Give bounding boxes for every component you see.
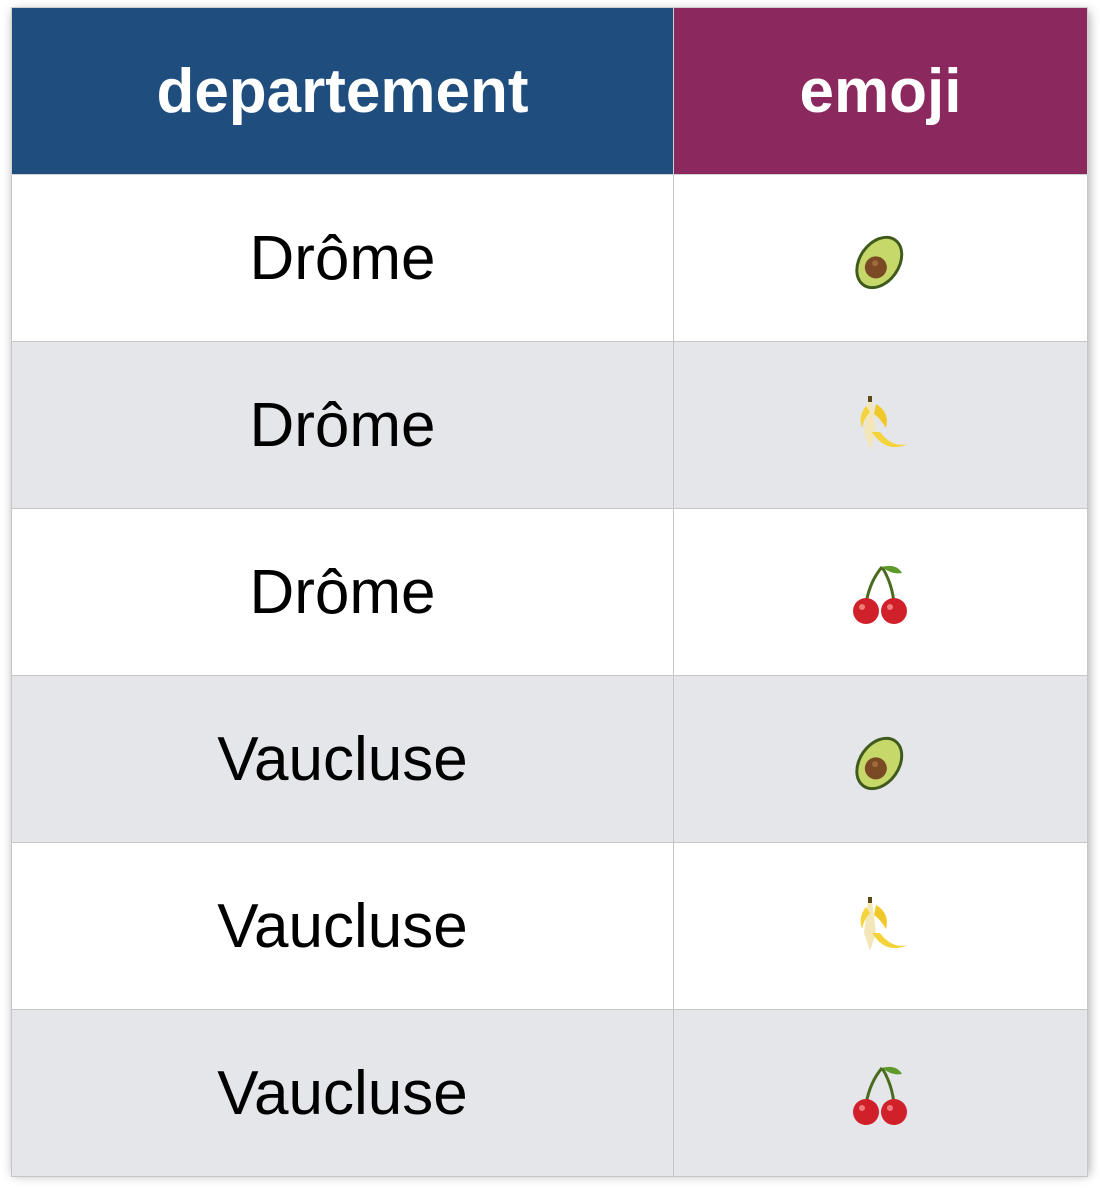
- table-row: Vaucluse: [11, 675, 1088, 843]
- departement-cell: Vaucluse: [11, 842, 674, 1010]
- header-departement: departement: [11, 7, 674, 175]
- departement-cell: Drôme: [11, 508, 674, 676]
- avocado-icon: [854, 235, 903, 290]
- table-row: Drôme: [11, 508, 1088, 676]
- departement-cell: Drôme: [11, 174, 674, 342]
- avocado-icon: [854, 736, 903, 791]
- emoji-cell: [673, 1009, 1088, 1177]
- departement-cell: Drôme: [11, 341, 674, 509]
- table-row: Vaucluse: [11, 1009, 1088, 1177]
- header-row: departement emoji: [11, 7, 1088, 175]
- departement-cell: Vaucluse: [11, 675, 674, 843]
- table-row: Drôme: [11, 174, 1088, 342]
- cherries-icon: [852, 565, 907, 625]
- data-table-container: departement emoji Drôme Drôme Drôme Vauc…: [11, 7, 1088, 1177]
- emoji-cell: [673, 174, 1088, 342]
- table-row: Vaucluse: [11, 842, 1088, 1010]
- table-row: Drôme: [11, 341, 1088, 509]
- emoji-cell: [673, 675, 1088, 843]
- emoji-cell: [673, 341, 1088, 509]
- emoji-cell: [673, 508, 1088, 676]
- emoji-cell: [673, 842, 1088, 1010]
- banana-icon: [860, 897, 908, 952]
- banana-icon: [860, 396, 908, 451]
- header-emoji: emoji: [673, 7, 1088, 175]
- departement-cell: Vaucluse: [11, 1009, 674, 1177]
- cherries-icon: [852, 1066, 907, 1126]
- data-table: departement emoji Drôme Drôme Drôme Vauc…: [11, 7, 1088, 1177]
